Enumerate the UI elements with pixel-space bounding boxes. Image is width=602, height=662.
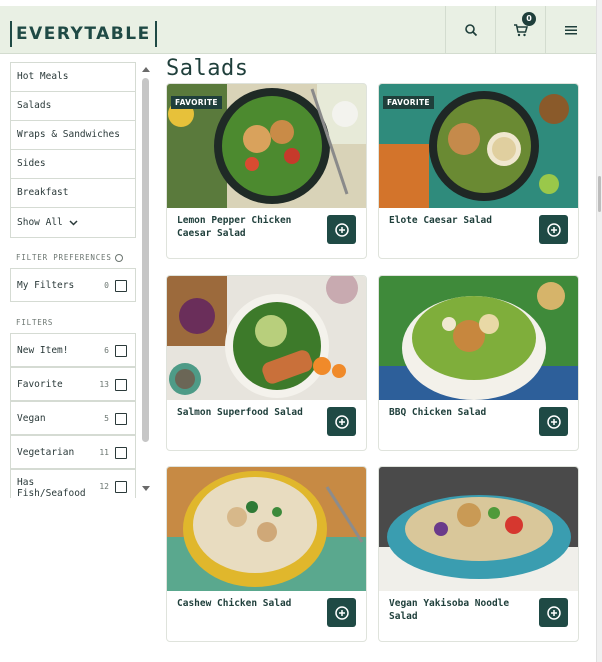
filter-count: 12 [99,482,109,491]
add-to-cart-button[interactable] [539,598,568,627]
add-circle-icon [334,605,349,620]
sidebar-scrollbar[interactable] [141,62,150,498]
filter-label: Favorite [17,379,63,390]
add-circle-icon [546,605,561,620]
product-card[interactable]: BBQ Chicken Salad [378,275,579,451]
show-all-button[interactable]: Show All [11,208,135,237]
my-filters-checkbox[interactable] [115,280,127,292]
scroll-up-arrow-icon[interactable] [142,67,150,72]
product-image[interactable] [379,467,578,591]
product-name[interactable]: Vegan Yakisoba Noodle Salad [389,597,529,623]
category-salads[interactable]: Salads [11,92,135,121]
add-to-cart-button[interactable] [327,598,356,627]
add-circle-icon [334,414,349,429]
chevron-down-icon [69,219,78,226]
filter-checkbox[interactable] [115,379,127,391]
category-sides[interactable]: Sides [11,150,135,179]
filter-checkbox[interactable] [115,413,127,425]
add-to-cart-button[interactable] [327,215,356,244]
my-filters-count: 0 [104,281,109,290]
product-card[interactable]: FAVORITE Elote Caesar Salad [378,83,579,259]
cart-button[interactable]: 0 [495,6,545,54]
add-circle-icon [546,414,561,429]
filter-has-fish-seafood[interactable]: Has Fish/Seafood 12 [10,469,136,498]
search-icon [464,24,477,37]
add-to-cart-button[interactable] [539,407,568,436]
filter-count: 11 [99,448,109,457]
category-wraps-sandwiches[interactable]: Wraps & Sandwiches [11,121,135,150]
product-image[interactable] [167,467,366,591]
product-image[interactable] [379,276,578,400]
filter-count: 13 [99,380,109,389]
filter-count: 6 [104,346,109,355]
search-button[interactable] [445,6,495,54]
category-breakfast[interactable]: Breakfast [11,179,135,208]
filter-checkbox[interactable] [115,345,127,357]
add-to-cart-button[interactable] [327,407,356,436]
product-name[interactable]: BBQ Chicken Salad [389,406,529,419]
everytable-logo[interactable]: EVERYTABLE [10,21,157,47]
filter-label: Has Fish/Seafood [17,477,86,498]
filter-preferences-heading: FILTER PREFERENCES [16,253,123,262]
filter-checkbox[interactable] [115,447,127,459]
filter-label: Vegan [17,413,46,424]
product-name[interactable]: Cashew Chicken Salad [177,597,317,610]
product-card[interactable]: Cashew Chicken Salad [166,466,367,642]
add-circle-icon [546,222,561,237]
info-icon[interactable] [114,254,123,262]
cart-count-badge: 0 [522,12,536,26]
menu-button[interactable] [545,6,595,54]
filter-checkbox[interactable] [115,481,127,493]
filter-new-item[interactable]: New Item! 6 [10,333,136,367]
top-header: EVERYTABLE 0 [0,6,596,54]
category-hot-meals[interactable]: Hot Meals [11,63,135,92]
filter-label: Vegetarian [17,447,75,458]
page-scrollbar-thumb[interactable] [598,176,601,212]
category-sidebar: Hot Meals Salads Wraps & Sandwiches Side… [10,62,150,498]
product-name[interactable]: Elote Caesar Salad [389,214,529,227]
my-filters-label: My Filters [17,280,75,291]
filter-count: 5 [104,414,109,423]
product-card[interactable]: FAVORITE Lemon Pepper Chicken Caesar Sal… [166,83,367,259]
scrollbar-thumb[interactable] [142,78,149,442]
show-all-label: Show All [17,216,63,228]
page-title: Salads [166,56,249,81]
add-to-cart-button[interactable] [539,215,568,244]
my-filters-row[interactable]: My Filters 0 [10,268,136,302]
favorite-badge: FAVORITE [171,96,222,109]
filter-preferences-label: FILTER PREFERENCES [16,253,112,262]
filter-vegetarian[interactable]: Vegetarian 11 [10,435,136,469]
favorite-badge: FAVORITE [383,96,434,109]
filter-favorite[interactable]: Favorite 13 [10,367,136,401]
product-name[interactable]: Lemon Pepper Chicken Caesar Salad [177,214,317,240]
category-list: Hot Meals Salads Wraps & Sandwiches Side… [10,62,136,238]
menu-icon [564,26,577,35]
page-scrollbar[interactable] [596,0,602,662]
filter-vegan[interactable]: Vegan 5 [10,401,136,435]
product-name[interactable]: Salmon Superfood Salad [177,406,317,419]
product-card[interactable]: Salmon Superfood Salad [166,275,367,451]
scroll-down-arrow-icon[interactable] [142,486,150,491]
add-circle-icon [334,222,349,237]
filters-heading: FILTERS [16,318,54,327]
product-image[interactable] [167,276,366,400]
filter-label: New Item! [17,345,69,356]
product-card[interactable]: Vegan Yakisoba Noodle Salad [378,466,579,642]
